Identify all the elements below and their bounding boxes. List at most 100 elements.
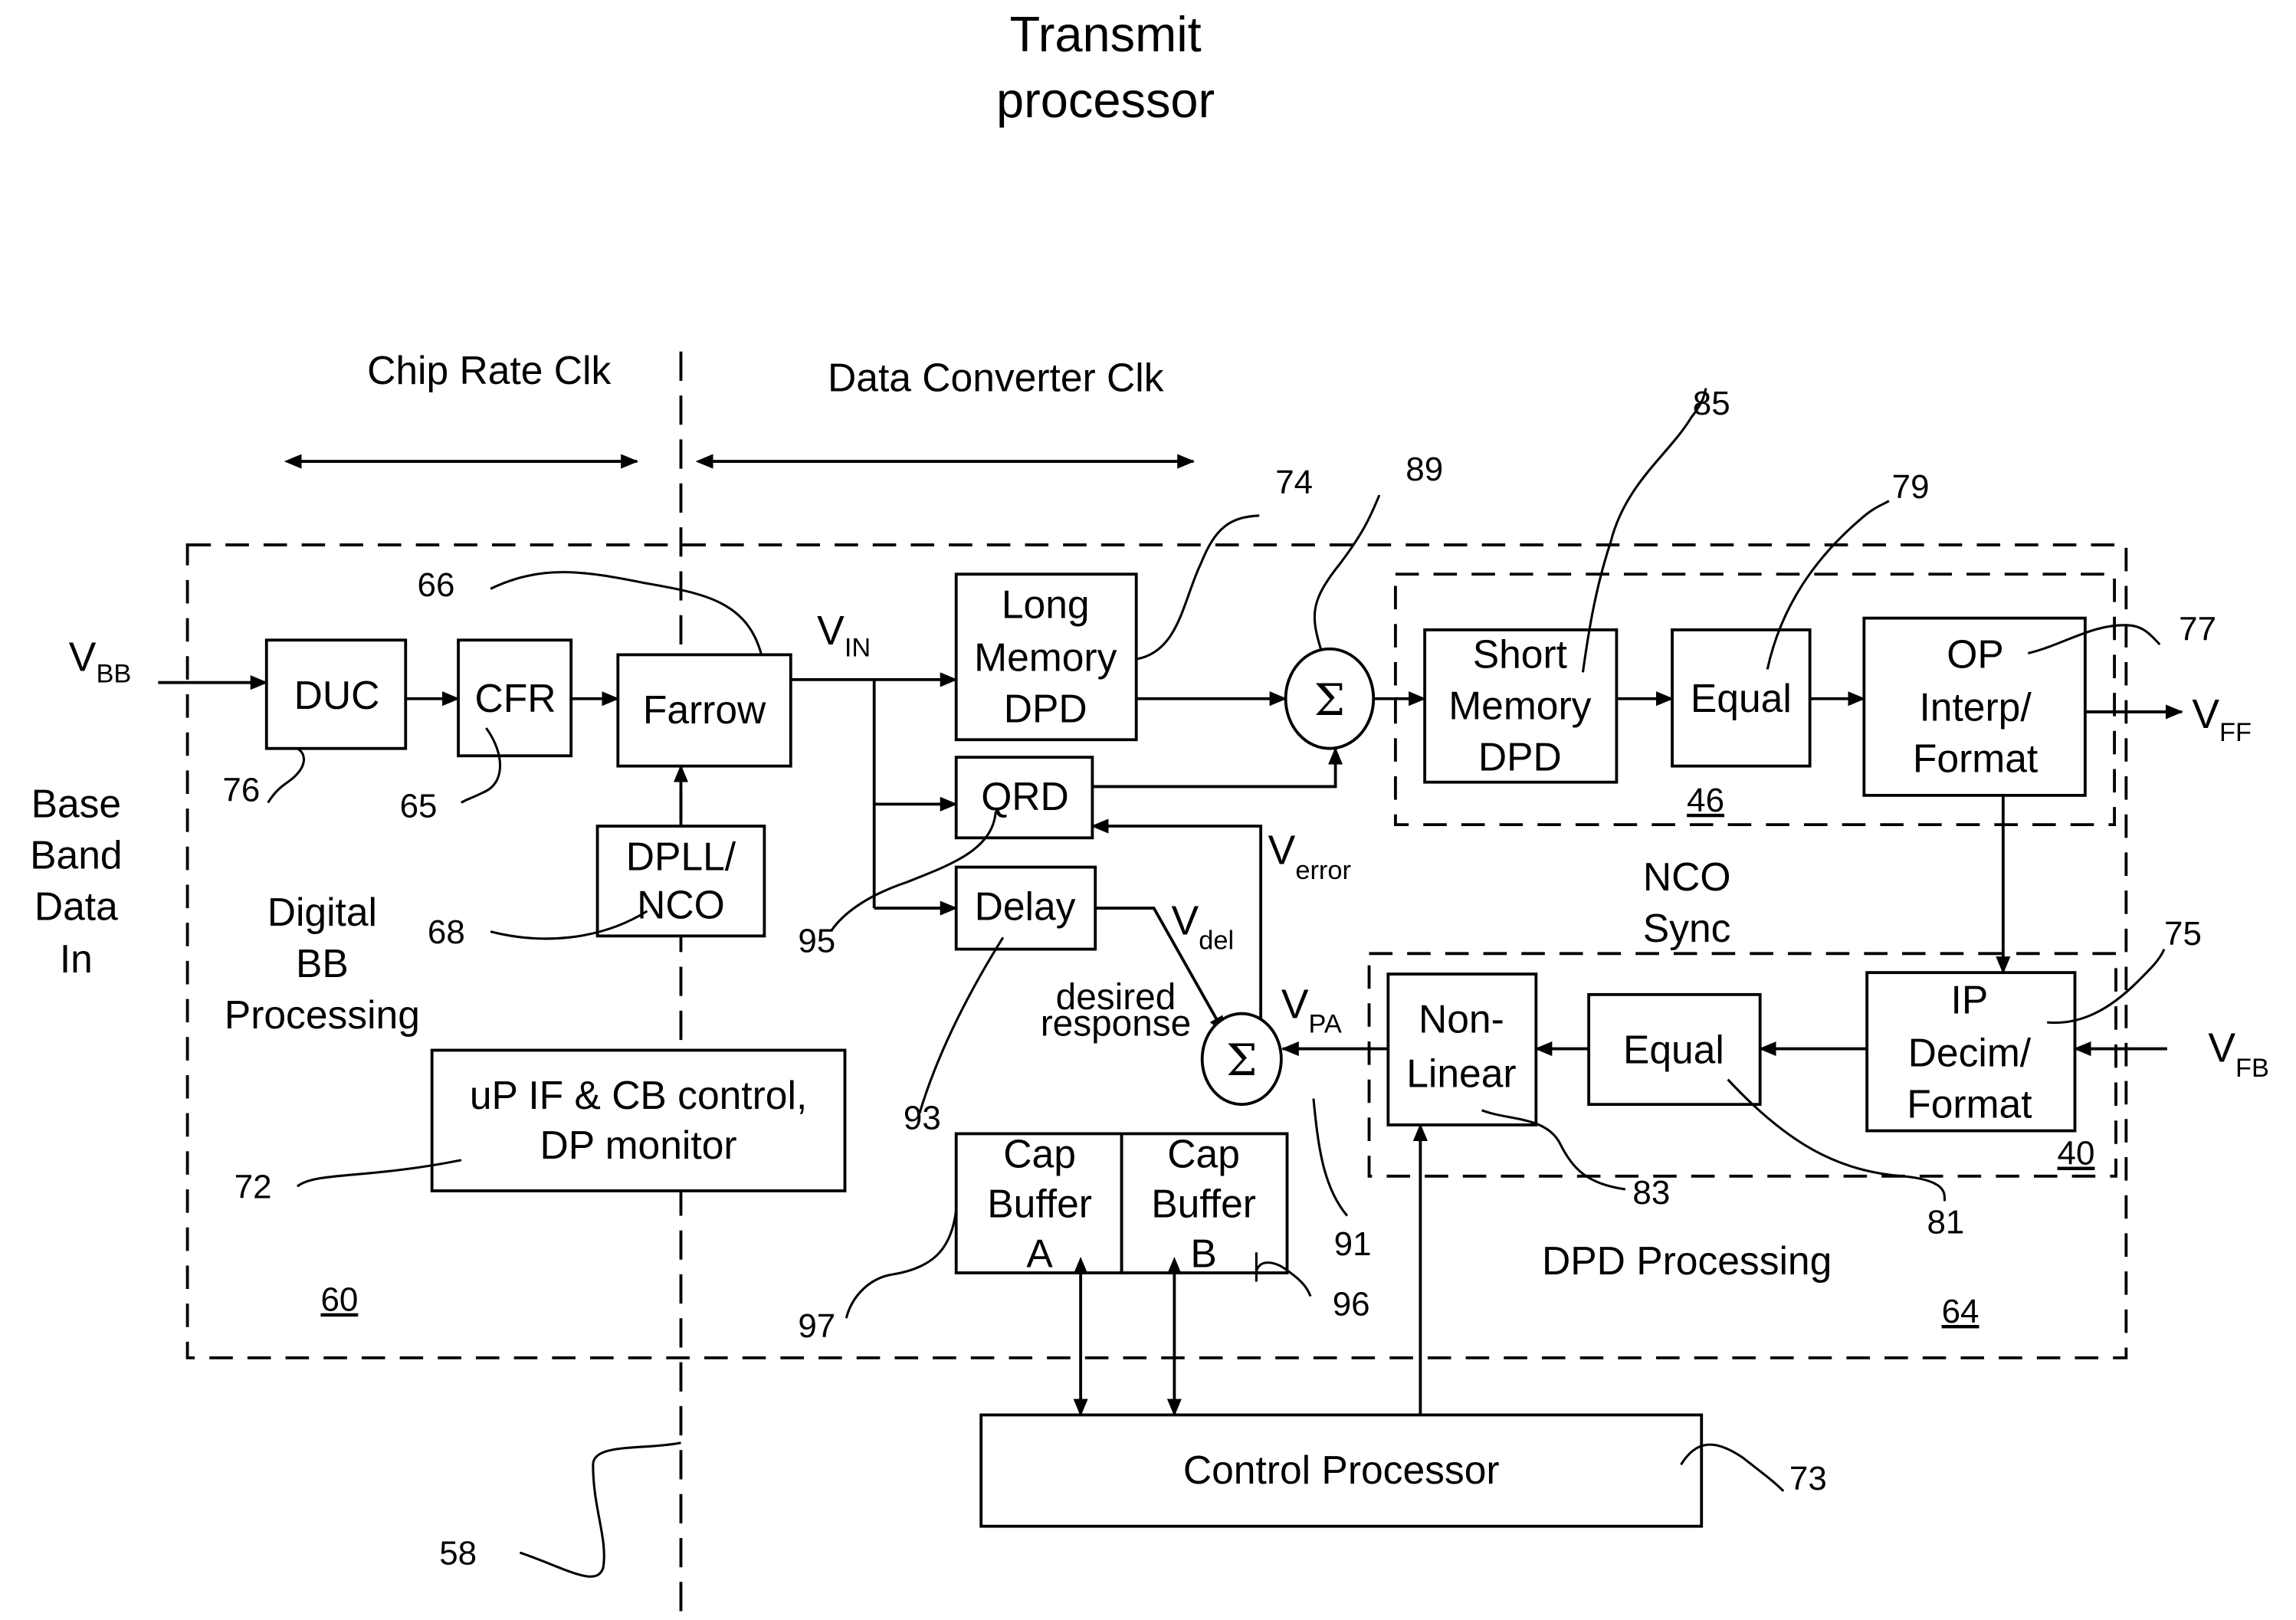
baseband-line-1: Base	[31, 782, 122, 826]
ref-91: 91	[1334, 1225, 1372, 1263]
equal-feedback-label: Equal	[1623, 1028, 1724, 1072]
long-memory-dpd-block[interactable]: Long Memory DPD	[954, 572, 1138, 742]
long-mem-label-3: DPD	[1004, 686, 1087, 730]
delay-block[interactable]: Delay	[954, 865, 1097, 951]
nonlinear-block[interactable]: Non- Linear	[1386, 972, 1538, 1126]
v-fb-label: VFB	[2208, 1026, 2269, 1083]
farrow-block[interactable]: Farrow	[616, 653, 792, 768]
ref-75: 75	[2164, 915, 2202, 953]
v-del-label: Vdel	[1172, 898, 1235, 955]
short-mem-label-1: Short	[1473, 632, 1567, 677]
cap-b-label-1: Cap	[1167, 1131, 1240, 1176]
transmit-processor-diagram: Transmit processor Chip Rate Clk Data Co…	[30, 6, 2269, 1612]
summer-bottom[interactable]: Σ	[1200, 1012, 1283, 1107]
op-label-2: Interp/	[1919, 684, 2032, 729]
ref-79: 79	[1892, 468, 1930, 506]
control-processor-block[interactable]: Control Processor	[979, 1413, 1704, 1528]
v-ff-label: VFF	[2192, 692, 2252, 747]
cap-a-label-2: Buffer	[987, 1181, 1092, 1225]
ip-decim-format-block[interactable]: IP Decim/ Format	[1865, 971, 2077, 1133]
v-error-label: Verror	[1268, 828, 1351, 885]
ref-46: 46	[1687, 782, 1724, 819]
baseband-line-4: In	[60, 936, 93, 981]
farrow-label: Farrow	[643, 687, 766, 732]
op-label-3: Format	[1913, 736, 2038, 780]
sum-top-leader	[1313, 494, 1381, 650]
sigma-symbol-top: Σ	[1314, 674, 1346, 726]
delay-label: Delay	[975, 884, 1076, 928]
ip-label-1: IP	[1951, 978, 1989, 1022]
data-converter-clk-label: Data Converter Clk	[828, 355, 1164, 399]
ref-65: 65	[400, 788, 438, 825]
cap-b-label-3: B	[1190, 1231, 1216, 1275]
chip-rate-clk-label: Chip Rate Clk	[367, 348, 611, 392]
long-mem-label-2: Memory	[974, 635, 1117, 679]
duc-label: DUC	[294, 673, 380, 717]
boundary-leader	[519, 1441, 681, 1578]
ref-60: 60	[320, 1281, 358, 1319]
op-label-1: OP	[1947, 632, 2004, 677]
cfr-label: CFR	[475, 676, 556, 720]
long-mem-label-1: Long	[1002, 582, 1090, 627]
cap-a-leader	[845, 1209, 958, 1319]
dpll-nco-block[interactable]: DPLL/ NCO	[595, 825, 766, 938]
duc-block[interactable]: DUC	[264, 638, 408, 750]
sigma-symbol-bottom: Σ	[1226, 1035, 1258, 1086]
up-if-label-1: uP IF & CB control,	[470, 1073, 807, 1117]
nco-sync-line-2: Sync	[1643, 906, 1731, 950]
control-processor-label: Control Processor	[1183, 1448, 1500, 1492]
short-mem-label-2: Memory	[1448, 683, 1591, 727]
cfr-block[interactable]: CFR	[457, 638, 573, 758]
cap-b-label-2: Buffer	[1151, 1181, 1256, 1225]
ip-label-3: Format	[1907, 1081, 2032, 1126]
digital-bb-line-2: BB	[296, 941, 349, 985]
ref-89: 89	[1405, 451, 1443, 488]
ref-97: 97	[798, 1307, 835, 1345]
short-mem-label-3: DPD	[1478, 734, 1562, 779]
nonlinear-label-2: Linear	[1406, 1051, 1516, 1095]
ref-73: 73	[1789, 1460, 1827, 1497]
qrd-block[interactable]: QRD	[954, 756, 1094, 840]
ref-40: 40	[2058, 1135, 2095, 1172]
baseband-line-3: Data	[34, 884, 118, 928]
baseband-line-2: Band	[30, 832, 122, 877]
baseband-data-in-label: Base Band Data In	[30, 782, 122, 982]
delay-leader	[918, 936, 1005, 1114]
diagram-title: Transmit processor	[996, 6, 1215, 128]
qrd-to-sum-arrow	[1092, 746, 1343, 789]
ref-81: 81	[1927, 1203, 1965, 1241]
ref-95: 95	[798, 922, 835, 959]
cap-buffer-a-block[interactable]: Cap Buffer A	[954, 1131, 1123, 1275]
digital-bb-region-label: Digital BB Processing	[225, 890, 420, 1037]
ref-96: 96	[1333, 1285, 1370, 1323]
nco-sync-line-1: NCO	[1643, 854, 1731, 899]
digital-bb-line-1: Digital	[267, 890, 377, 934]
v-in-label: VIN	[817, 608, 871, 662]
up-if-cb-control-block[interactable]: uP IF & CB control, DP monitor	[430, 1048, 847, 1192]
v-pa-label: VPA	[1281, 982, 1342, 1038]
dpll-label-1: DPLL/	[626, 834, 736, 878]
cap-a-label-1: Cap	[1003, 1131, 1076, 1176]
v-bb-label: VBB	[69, 635, 132, 688]
nonlinear-label-1: Non-	[1419, 997, 1504, 1041]
ref-66: 66	[418, 566, 455, 604]
title-line-2: processor	[996, 72, 1215, 128]
duc-leader	[267, 747, 305, 804]
ref-64: 64	[1942, 1293, 1979, 1330]
summer-top[interactable]: Σ	[1284, 647, 1376, 750]
ref-93: 93	[904, 1100, 941, 1137]
ip-label-2: Decim/	[1908, 1030, 2032, 1074]
equal-forward-block[interactable]: Equal	[1671, 628, 1812, 768]
ref-85: 85	[1693, 385, 1730, 422]
ref-76: 76	[222, 772, 260, 809]
up-if-label-2: DP monitor	[540, 1123, 737, 1167]
ref-72: 72	[235, 1169, 272, 1206]
ref-77: 77	[2179, 610, 2216, 648]
ref-74: 74	[1275, 464, 1313, 501]
digital-bb-line-3: Processing	[225, 992, 420, 1037]
short-memory-dpd-block[interactable]: Short Memory DPD	[1423, 628, 1619, 784]
long-mem-leader	[1136, 514, 1260, 661]
ref-83: 83	[1632, 1174, 1670, 1212]
cap-buffer-b-block[interactable]: Cap Buffer B	[1120, 1131, 1289, 1275]
dpd-processing-label: DPD Processing	[1542, 1238, 1832, 1283]
